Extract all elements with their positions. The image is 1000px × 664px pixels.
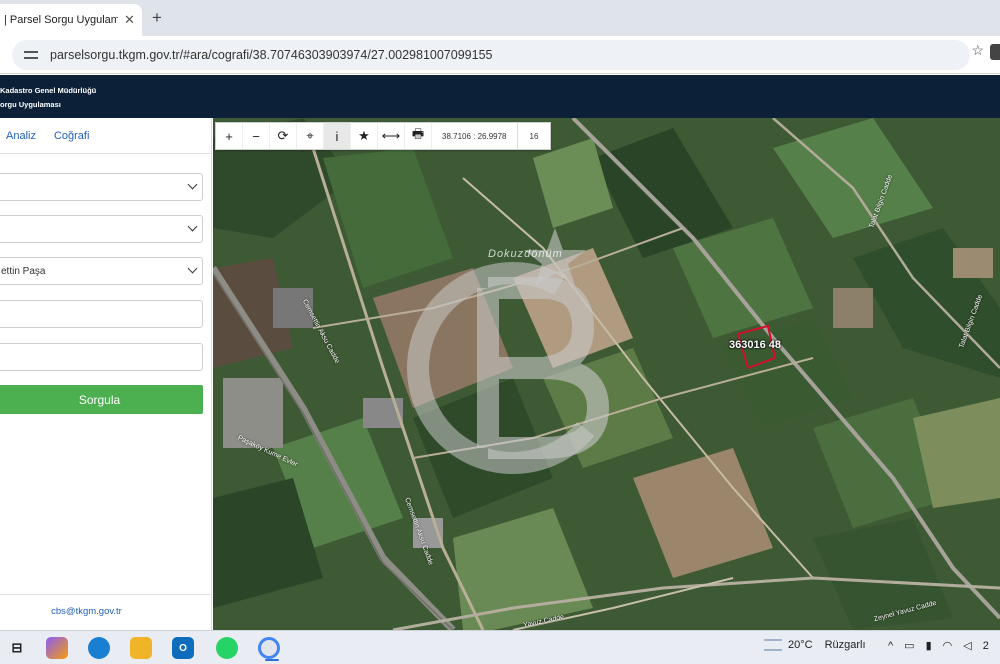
edge-icon[interactable] xyxy=(88,637,110,659)
sidebar-tabs: Analiz Coğrafi xyxy=(0,118,211,154)
chevron-down-icon xyxy=(187,179,198,190)
bookmark-star-icon[interactable]: ☆ xyxy=(971,42,984,59)
battery-icon[interactable]: ▮ xyxy=(926,639,932,652)
new-tab-button[interactable]: + xyxy=(152,8,162,28)
ilce-select[interactable] xyxy=(0,215,203,243)
chrome-icon[interactable] xyxy=(258,637,280,661)
windows-taskbar: ⊟ O 20°C Rüzgarlı ^ ▭ ▮ ◠ ◁ 2 xyxy=(0,630,1000,664)
file-explorer-icon[interactable] xyxy=(130,637,152,659)
extension-icon[interactable] xyxy=(990,44,1000,60)
app-header: Kadastro Genel Müdürlüğü orgu Uygulaması xyxy=(0,75,1000,118)
speaker-icon[interactable]: ◁ xyxy=(963,639,971,652)
chevron-down-icon xyxy=(187,221,198,232)
tab-title: | Parsel Sorgu Uygulaması xyxy=(4,14,118,26)
tab-cografi[interactable]: Coğrafi xyxy=(54,130,89,142)
zoom-level-readout: 16 xyxy=(529,131,539,141)
mahalle-select[interactable]: ettin Paşa xyxy=(0,257,203,285)
taskview-icon[interactable]: ⊟ xyxy=(6,637,28,659)
browser-toolbar: parselsorgu.tkgm.gov.tr/#ara/cografi/38.… xyxy=(0,36,1000,74)
measure-icon[interactable]: ⟷ xyxy=(378,123,405,149)
weather-widget[interactable]: 20°C Rüzgarlı xyxy=(764,639,866,651)
il-select[interactable] xyxy=(0,173,203,201)
url-text[interactable]: parselsorgu.tkgm.gov.tr/#ara/cografi/38.… xyxy=(50,48,492,62)
tray-expand-icon[interactable]: ^ xyxy=(888,640,893,652)
zoom-out-button[interactable]: − xyxy=(243,123,270,149)
parcel-label: 363016 48 xyxy=(729,339,781,351)
sorgula-button[interactable]: Sorgula xyxy=(0,385,203,414)
chevron-down-icon xyxy=(187,263,198,274)
map-toolbar: + − ⟳ ⌖ i ★ ⟷ 🖶 38.7106 : 26.9978 16 xyxy=(215,122,552,150)
wifi-icon[interactable]: ◠ xyxy=(943,639,953,652)
tab-close-icon[interactable]: ✕ xyxy=(124,12,135,28)
address-bar[interactable]: parselsorgu.tkgm.gov.tr/#ara/cografi/38.… xyxy=(12,40,970,70)
coordinate-readout: 38.7106 : 26.9978 xyxy=(432,123,518,149)
info-icon[interactable]: i xyxy=(324,123,351,149)
sidebar: Analiz Coğrafi ettin Paşa Sorgula cbs@tk… xyxy=(0,118,212,630)
header-org-name: Kadastro Genel Müdürlüğü xyxy=(0,86,97,95)
map-view[interactable]: Dokuzdönüm + − ⟳ ⌖ i ★ ⟷ 🖶 38.7106 : 26.… xyxy=(213,118,1000,630)
favorite-star-icon[interactable]: ★ xyxy=(351,123,378,149)
locate-icon[interactable]: ⌖ xyxy=(297,123,324,149)
browser-tabstrip: | Parsel Sorgu Uygulaması ✕ + xyxy=(0,0,1000,36)
parsel-input[interactable] xyxy=(0,343,203,371)
copilot-icon[interactable] xyxy=(46,637,68,659)
whatsapp-icon[interactable] xyxy=(216,637,238,659)
clock-text[interactable]: 2 xyxy=(983,640,989,652)
wind-icon xyxy=(764,639,782,651)
sidebar-footer: cbs@tkgm.gov.tr xyxy=(0,594,211,617)
refresh-icon[interactable]: ⟳ xyxy=(270,123,297,149)
print-icon[interactable]: 🖶 xyxy=(405,123,432,149)
site-info-icon[interactable] xyxy=(24,49,38,61)
outlook-icon[interactable]: O xyxy=(172,637,194,659)
mahalle-select-value: ettin Paşa xyxy=(1,265,46,277)
contact-email-link[interactable]: cbs@tkgm.gov.tr xyxy=(51,606,122,617)
weather-temp: 20°C xyxy=(788,639,813,651)
zoom-in-button[interactable]: + xyxy=(216,123,243,149)
browser-tab-parsel-sorgu[interactable]: | Parsel Sorgu Uygulaması ✕ xyxy=(0,4,142,36)
watermark-text: Dokuzdönüm xyxy=(488,248,563,260)
weather-condition: Rüzgarlı xyxy=(824,639,866,651)
system-tray: ^ ▭ ▮ ◠ ◁ 2 xyxy=(888,639,1000,653)
tab-analiz[interactable]: Analiz xyxy=(6,130,36,142)
device-icon[interactable]: ▭ xyxy=(904,639,914,652)
header-app-name: orgu Uygulaması xyxy=(0,100,61,109)
ada-input[interactable] xyxy=(0,300,203,328)
